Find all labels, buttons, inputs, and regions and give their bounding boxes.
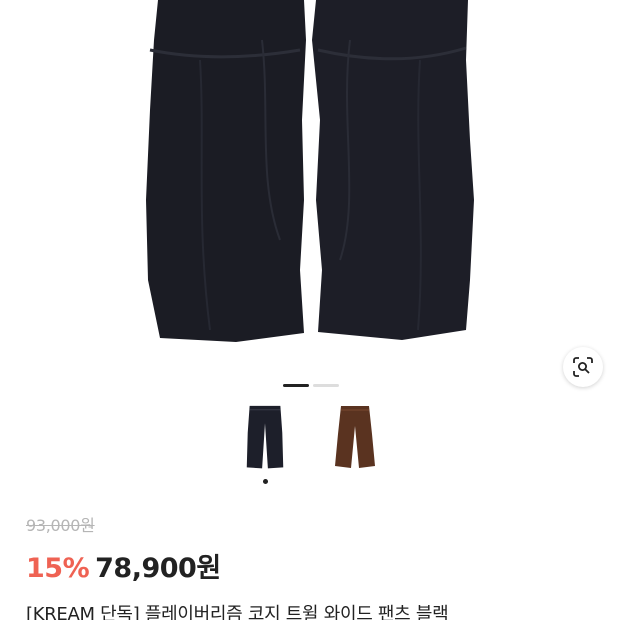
brown-pants-thumbnail [335, 406, 375, 468]
thumbnail-black[interactable] [235, 404, 295, 484]
pager-indicator[interactable] [313, 384, 339, 387]
price-row: 15% 78,900원 [26, 546, 600, 585]
black-pants-thumbnail [246, 405, 284, 469]
product-title: [KREAM 단독] 플레이버리즘 코지 트윌 와이드 팬츠 블랙 [26, 604, 449, 620]
pager-indicator-active[interactable] [283, 384, 309, 387]
discount-rate: 15% [26, 553, 90, 584]
product-hero-image[interactable] [0, 0, 620, 380]
color-thumbnails [0, 404, 620, 484]
pants-photo [146, 0, 474, 342]
thumbnail-brown[interactable] [325, 404, 385, 484]
lens-search-icon [573, 357, 593, 377]
selected-dot [262, 479, 268, 484]
image-pager [283, 384, 339, 387]
original-price: 93,000원 [26, 516, 95, 535]
sale-price: 78,900원 [95, 553, 221, 584]
price-section: 93,000원 15% 78,900원 [26, 512, 600, 585]
lens-search-button[interactable] [563, 347, 603, 387]
